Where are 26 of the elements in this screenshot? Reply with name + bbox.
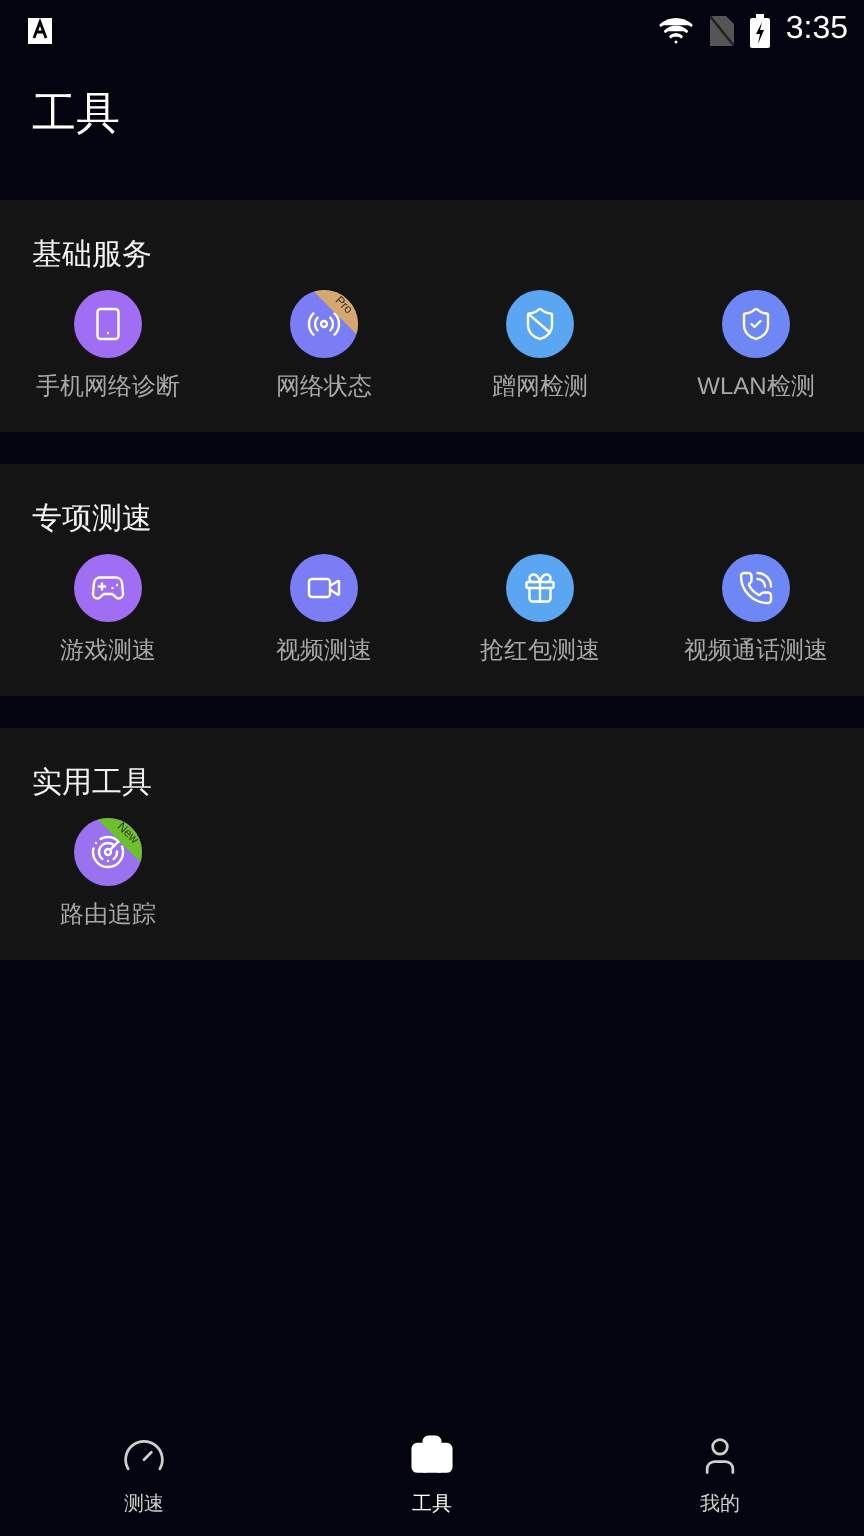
no-sim-icon xyxy=(709,15,734,45)
gift-icon xyxy=(522,570,558,606)
tool-item[interactable]: 手机网络诊断 xyxy=(0,290,216,404)
wifi-icon xyxy=(657,12,694,48)
tool-item[interactable]: 蹭网检测 xyxy=(432,290,648,404)
tool-item[interactable]: 游戏测速 xyxy=(0,554,216,668)
phone-call-icon xyxy=(738,570,774,606)
shield-check-icon xyxy=(738,306,774,342)
gamepad-icon xyxy=(90,570,126,606)
briefcase-icon xyxy=(410,1434,454,1478)
nav-tab[interactable]: 测速 xyxy=(0,1416,288,1536)
tool-item[interactable]: 抢红包测速 xyxy=(432,554,648,668)
status-time: 3:35 xyxy=(785,12,848,48)
section-title: 专项测速 xyxy=(32,500,152,538)
nav-tab[interactable]: 工具 xyxy=(288,1416,576,1536)
tool-item[interactable]: 视频测速 xyxy=(216,554,432,668)
nav-tab[interactable]: 我的 xyxy=(576,1416,864,1536)
tool-item[interactable]: WLAN检测 xyxy=(648,290,864,404)
battery-icon xyxy=(749,13,770,47)
notification-icon xyxy=(28,17,52,43)
tool-item[interactable]: 视频通话测速 xyxy=(648,554,864,668)
shield-icon xyxy=(522,306,558,342)
phone-icon xyxy=(90,306,126,342)
section-title: 实用工具 xyxy=(32,764,152,802)
page-title: 工具 xyxy=(32,88,120,144)
section-title: 基础服务 xyxy=(32,236,152,274)
